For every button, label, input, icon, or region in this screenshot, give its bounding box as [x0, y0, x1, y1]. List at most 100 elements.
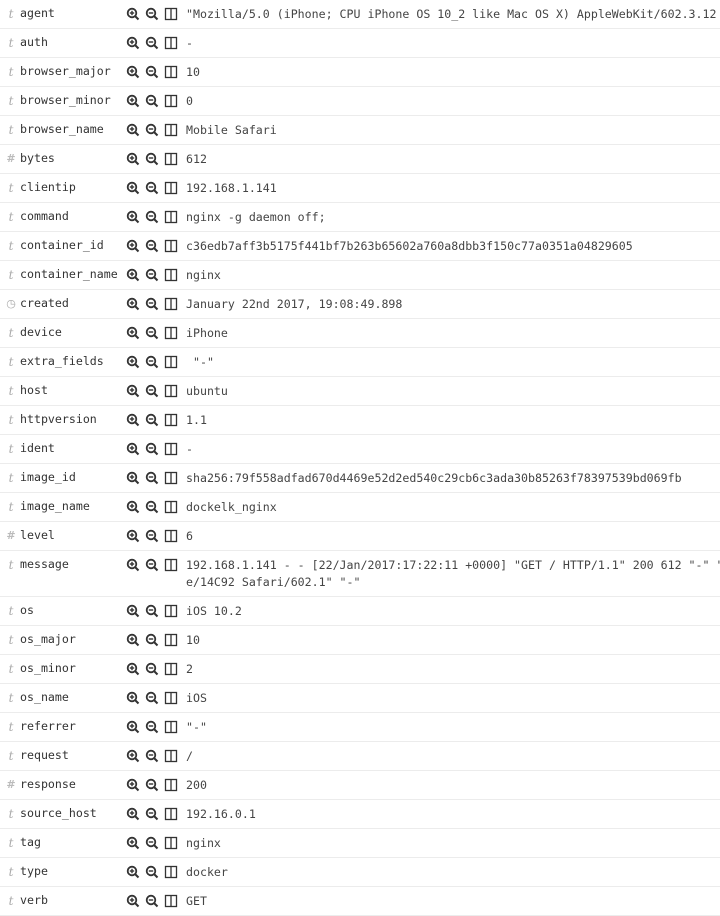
- filter-out-value-icon[interactable]: [145, 152, 159, 166]
- toggle-column-icon[interactable]: [164, 384, 178, 398]
- filter-out-value-icon[interactable]: [145, 7, 159, 21]
- filter-out-value-icon[interactable]: [145, 471, 159, 485]
- toggle-column-icon[interactable]: [164, 355, 178, 369]
- field-value: -: [186, 442, 193, 456]
- filter-for-value-icon[interactable]: [126, 65, 140, 79]
- toggle-column-icon[interactable]: [164, 210, 178, 224]
- filter-out-value-icon[interactable]: [145, 500, 159, 514]
- filter-for-value-icon[interactable]: [126, 807, 140, 821]
- filter-out-value-icon[interactable]: [145, 268, 159, 282]
- toggle-column-icon[interactable]: [164, 894, 178, 908]
- field-row-auth: t auth -: [0, 29, 720, 58]
- date-type-icon: ◷: [6, 297, 16, 310]
- toggle-column-icon[interactable]: [164, 94, 178, 108]
- filter-out-value-icon[interactable]: [145, 720, 159, 734]
- toggle-column-icon[interactable]: [164, 123, 178, 137]
- filter-for-value-icon[interactable]: [126, 691, 140, 705]
- filter-out-value-icon[interactable]: [145, 691, 159, 705]
- filter-out-value-icon[interactable]: [145, 865, 159, 879]
- toggle-column-icon[interactable]: [164, 836, 178, 850]
- filter-for-value-icon[interactable]: [126, 181, 140, 195]
- filter-for-value-icon[interactable]: [126, 500, 140, 514]
- field-row-command: t command nginx -g daemon off;: [0, 203, 720, 232]
- toggle-column-icon[interactable]: [164, 7, 178, 21]
- filter-out-value-icon[interactable]: [145, 807, 159, 821]
- filter-for-value-icon[interactable]: [126, 297, 140, 311]
- filter-for-value-icon[interactable]: [126, 749, 140, 763]
- filter-out-value-icon[interactable]: [145, 384, 159, 398]
- filter-for-value-icon[interactable]: [126, 268, 140, 282]
- toggle-column-icon[interactable]: [164, 662, 178, 676]
- filter-out-value-icon[interactable]: [145, 94, 159, 108]
- filter-out-value-icon[interactable]: [145, 36, 159, 50]
- filter-for-value-icon[interactable]: [126, 36, 140, 50]
- toggle-column-icon[interactable]: [164, 604, 178, 618]
- filter-for-value-icon[interactable]: [126, 633, 140, 647]
- filter-out-value-icon[interactable]: [145, 749, 159, 763]
- filter-out-value-icon[interactable]: [145, 529, 159, 543]
- filter-out-value-icon[interactable]: [145, 633, 159, 647]
- filter-for-value-icon[interactable]: [126, 123, 140, 137]
- filter-for-value-icon[interactable]: [126, 210, 140, 224]
- filter-for-value-icon[interactable]: [126, 662, 140, 676]
- toggle-column-icon[interactable]: [164, 442, 178, 456]
- toggle-column-icon[interactable]: [164, 36, 178, 50]
- toggle-column-icon[interactable]: [164, 633, 178, 647]
- toggle-column-icon[interactable]: [164, 268, 178, 282]
- filter-for-value-icon[interactable]: [126, 326, 140, 340]
- filter-out-value-icon[interactable]: [145, 326, 159, 340]
- filter-out-value-icon[interactable]: [145, 123, 159, 137]
- toggle-column-icon[interactable]: [164, 778, 178, 792]
- toggle-column-icon[interactable]: [164, 749, 178, 763]
- document-field-table: t agent "Mozilla/5.0 (iPhone; CPU iPhone…: [0, 0, 720, 916]
- filter-for-value-icon[interactable]: [126, 355, 140, 369]
- string-type-icon: t: [8, 749, 14, 763]
- toggle-column-icon[interactable]: [164, 500, 178, 514]
- filter-out-value-icon[interactable]: [145, 604, 159, 618]
- filter-out-value-icon[interactable]: [145, 297, 159, 311]
- filter-out-value-icon[interactable]: [145, 413, 159, 427]
- toggle-column-icon[interactable]: [164, 807, 178, 821]
- filter-for-value-icon[interactable]: [126, 152, 140, 166]
- filter-for-value-icon[interactable]: [126, 836, 140, 850]
- filter-out-value-icon[interactable]: [145, 355, 159, 369]
- filter-for-value-icon[interactable]: [126, 239, 140, 253]
- filter-out-value-icon[interactable]: [145, 239, 159, 253]
- toggle-column-icon[interactable]: [164, 413, 178, 427]
- toggle-column-icon[interactable]: [164, 181, 178, 195]
- toggle-column-icon[interactable]: [164, 239, 178, 253]
- filter-out-value-icon[interactable]: [145, 558, 159, 572]
- filter-for-value-icon[interactable]: [126, 384, 140, 398]
- toggle-column-icon[interactable]: [164, 471, 178, 485]
- filter-for-value-icon[interactable]: [126, 558, 140, 572]
- toggle-column-icon[interactable]: [164, 691, 178, 705]
- filter-out-value-icon[interactable]: [145, 662, 159, 676]
- filter-for-value-icon[interactable]: [126, 529, 140, 543]
- toggle-column-icon[interactable]: [164, 720, 178, 734]
- filter-out-value-icon[interactable]: [145, 894, 159, 908]
- filter-for-value-icon[interactable]: [126, 442, 140, 456]
- filter-for-value-icon[interactable]: [126, 778, 140, 792]
- string-type-icon: t: [8, 807, 14, 821]
- filter-for-value-icon[interactable]: [126, 413, 140, 427]
- toggle-column-icon[interactable]: [164, 152, 178, 166]
- toggle-column-icon[interactable]: [164, 326, 178, 340]
- filter-out-value-icon[interactable]: [145, 65, 159, 79]
- filter-out-value-icon[interactable]: [145, 442, 159, 456]
- filter-out-value-icon[interactable]: [145, 181, 159, 195]
- filter-for-value-icon[interactable]: [126, 894, 140, 908]
- toggle-column-icon[interactable]: [164, 297, 178, 311]
- toggle-column-icon[interactable]: [164, 65, 178, 79]
- filter-out-value-icon[interactable]: [145, 210, 159, 224]
- filter-for-value-icon[interactable]: [126, 471, 140, 485]
- filter-for-value-icon[interactable]: [126, 720, 140, 734]
- filter-for-value-icon[interactable]: [126, 94, 140, 108]
- toggle-column-icon[interactable]: [164, 865, 178, 879]
- filter-for-value-icon[interactable]: [126, 604, 140, 618]
- filter-out-value-icon[interactable]: [145, 778, 159, 792]
- filter-out-value-icon[interactable]: [145, 836, 159, 850]
- filter-for-value-icon[interactable]: [126, 865, 140, 879]
- toggle-column-icon[interactable]: [164, 558, 178, 572]
- toggle-column-icon[interactable]: [164, 529, 178, 543]
- filter-for-value-icon[interactable]: [126, 7, 140, 21]
